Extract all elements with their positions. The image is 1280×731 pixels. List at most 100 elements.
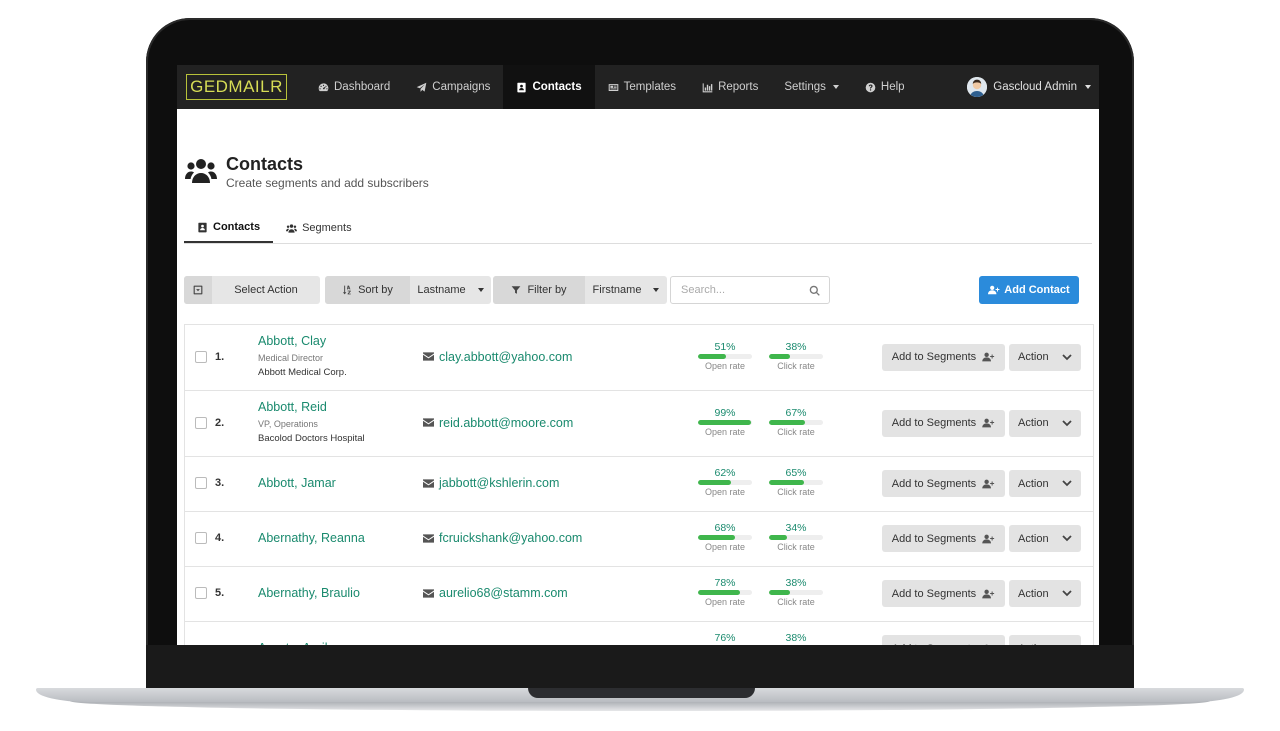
open-rate-fill: [698, 419, 752, 425]
click-rate-bar: [769, 590, 823, 595]
email-text: clay.abbott@yahoo.com: [439, 349, 573, 364]
row-checkbox[interactable]: [195, 587, 207, 599]
caret-square-down-icon: [193, 285, 203, 295]
select-action-toggle[interactable]: [184, 276, 212, 304]
row-checkbox[interactable]: [195, 350, 207, 363]
user-plus-icon: [982, 352, 995, 362]
contact-email[interactable]: clay.abbott@yahoo.com: [423, 350, 572, 364]
click-rate: 34% Click rate: [769, 522, 823, 553]
add-to-segments-button[interactable]: Add to Segments: [882, 343, 1005, 371]
select-action-label[interactable]: Select Action: [212, 276, 320, 304]
row-checkbox[interactable]: [195, 416, 207, 429]
paper-plane-icon: [416, 82, 427, 92]
click-rate: 67% Click rate: [769, 407, 823, 438]
click-rate-bar: [769, 419, 823, 425]
avatar: [967, 77, 988, 97]
nav-item-settings[interactable]: Settings: [771, 65, 852, 109]
nav-item-dashboard[interactable]: Dashboard: [305, 65, 403, 109]
nav-label: Campaigns: [432, 81, 491, 93]
brand-logo[interactable]: GEDMAILR: [186, 74, 287, 100]
nav-item-campaigns[interactable]: Campaigns: [403, 65, 503, 109]
filter-icon: [512, 286, 521, 294]
nav-item-contacts[interactable]: Contacts: [503, 65, 595, 109]
contact-name[interactable]: Abbott, Clay: [258, 334, 326, 348]
add-to-segments-button[interactable]: Add to Segments: [882, 470, 1005, 497]
action-dropdown-button[interactable]: Action: [1009, 635, 1081, 645]
row-checkbox[interactable]: [195, 477, 207, 489]
tab-contacts[interactable]: Contacts: [184, 213, 274, 243]
dashboard-icon: [318, 82, 329, 91]
tab-segments[interactable]: Segments: [273, 213, 365, 243]
sort-control[interactable]: Sort by Lastname: [325, 276, 491, 304]
envelope-icon: [423, 478, 434, 488]
user-menu[interactable]: Gascloud Admin: [967, 77, 1091, 97]
add-to-segments-button[interactable]: Add to Segments: [882, 580, 1005, 607]
sort-by-button[interactable]: Sort by: [325, 276, 410, 304]
table-row: 5. Abernathy, Braulio aurelio68@stamm.co…: [185, 567, 1093, 622]
caret-down-icon: [832, 85, 839, 89]
add-contact-label: Add Contact: [1004, 284, 1070, 296]
search-icon[interactable]: [809, 285, 820, 296]
open-rate: 76% Open rate: [698, 632, 752, 645]
open-rate-label: Open rate: [704, 542, 746, 552]
content-tabs: Contacts Segments: [184, 213, 1092, 244]
select-action-dropdown[interactable]: Select Action: [184, 276, 320, 304]
sort-alpha-icon: [343, 285, 351, 295]
tab-label: Segments: [302, 222, 352, 234]
contact-name[interactable]: Abbott, Jamar: [258, 476, 336, 490]
open-rate: 51% Open rate: [698, 341, 752, 372]
user-name: Gascloud Admin: [993, 81, 1077, 93]
row-number: 4.: [215, 532, 225, 544]
contact-name[interactable]: Acosta, April: [258, 641, 327, 645]
sort-field-select[interactable]: Lastname: [410, 276, 491, 304]
add-to-segments-button[interactable]: Add to Segments: [882, 635, 1005, 645]
open-rate: 62% Open rate: [698, 467, 752, 498]
filter-field-select[interactable]: Firstname: [585, 276, 667, 304]
search-input[interactable]: [671, 283, 808, 297]
open-rate-bar: [698, 419, 752, 425]
contact-email[interactable]: fcruickshank@yahoo.com: [423, 531, 582, 545]
contact-email[interactable]: reid.abbott@moore.com: [423, 416, 573, 430]
page-header: Contacts Create segments and add subscri…: [185, 153, 429, 190]
open-rate-value: 68%: [714, 522, 736, 534]
click-rate-value: 65%: [785, 467, 807, 479]
open-rate-value: 51%: [714, 340, 736, 353]
nav-item-help[interactable]: Help: [852, 65, 918, 109]
filter-by-button[interactable]: Filter by: [493, 276, 585, 304]
add-to-segments-label: Add to Segments: [891, 532, 977, 545]
sort-field-value: Lastname: [417, 284, 466, 296]
contact-name[interactable]: Abernathy, Braulio: [258, 586, 360, 600]
contact-name[interactable]: Abbott, Reid: [258, 400, 327, 414]
add-contact-button[interactable]: Add Contact: [979, 276, 1079, 304]
contact-email[interactable]: jabbott@kshlerin.com: [423, 476, 559, 490]
action-dropdown-button[interactable]: Action: [1009, 343, 1081, 371]
row-checkbox[interactable]: [195, 532, 207, 544]
click-rate-fill: [769, 419, 806, 425]
nav-item-templates[interactable]: Templates: [595, 65, 689, 109]
add-to-segments-label: Add to Segments: [891, 351, 977, 363]
open-rate-label: Open rate: [704, 487, 746, 497]
action-dropdown-button[interactable]: Action: [1009, 580, 1081, 607]
add-to-segments-button[interactable]: Add to Segments: [882, 525, 1005, 552]
email-text: jabbott@kshlerin.com: [439, 476, 560, 490]
contact-email[interactable]: aurelio68@stamm.com: [423, 586, 568, 600]
click-rate-value: 38%: [785, 632, 807, 644]
contact-name[interactable]: Abernathy, Reanna: [258, 531, 365, 545]
action-dropdown-button[interactable]: Action: [1009, 409, 1081, 437]
action-dropdown-button[interactable]: Action: [1009, 525, 1081, 552]
laptop-base-shadow: [70, 701, 1210, 711]
filter-control[interactable]: Filter by Firstname: [493, 276, 667, 304]
click-rate: 38% Click rate: [769, 577, 823, 608]
add-to-segments-button[interactable]: Add to Segments: [882, 409, 1005, 437]
table-row: 2. Abbott, Reid VP, Operations Bacolod D…: [185, 391, 1093, 457]
table-row: 1. Abbott, Clay Medical Director Abbott …: [185, 325, 1093, 391]
add-to-segments-label: Add to Segments: [891, 587, 977, 600]
action-label: Action: [1018, 532, 1049, 545]
user-plus-icon: [988, 285, 1000, 295]
open-rate-bar: [698, 590, 752, 595]
open-rate-bar: [698, 535, 752, 540]
action-dropdown-button[interactable]: Action: [1009, 470, 1081, 497]
action-label: Action: [1018, 587, 1049, 600]
nav-item-reports[interactable]: Reports: [689, 65, 771, 109]
page-subtitle: Create segments and add subscribers: [226, 176, 429, 190]
